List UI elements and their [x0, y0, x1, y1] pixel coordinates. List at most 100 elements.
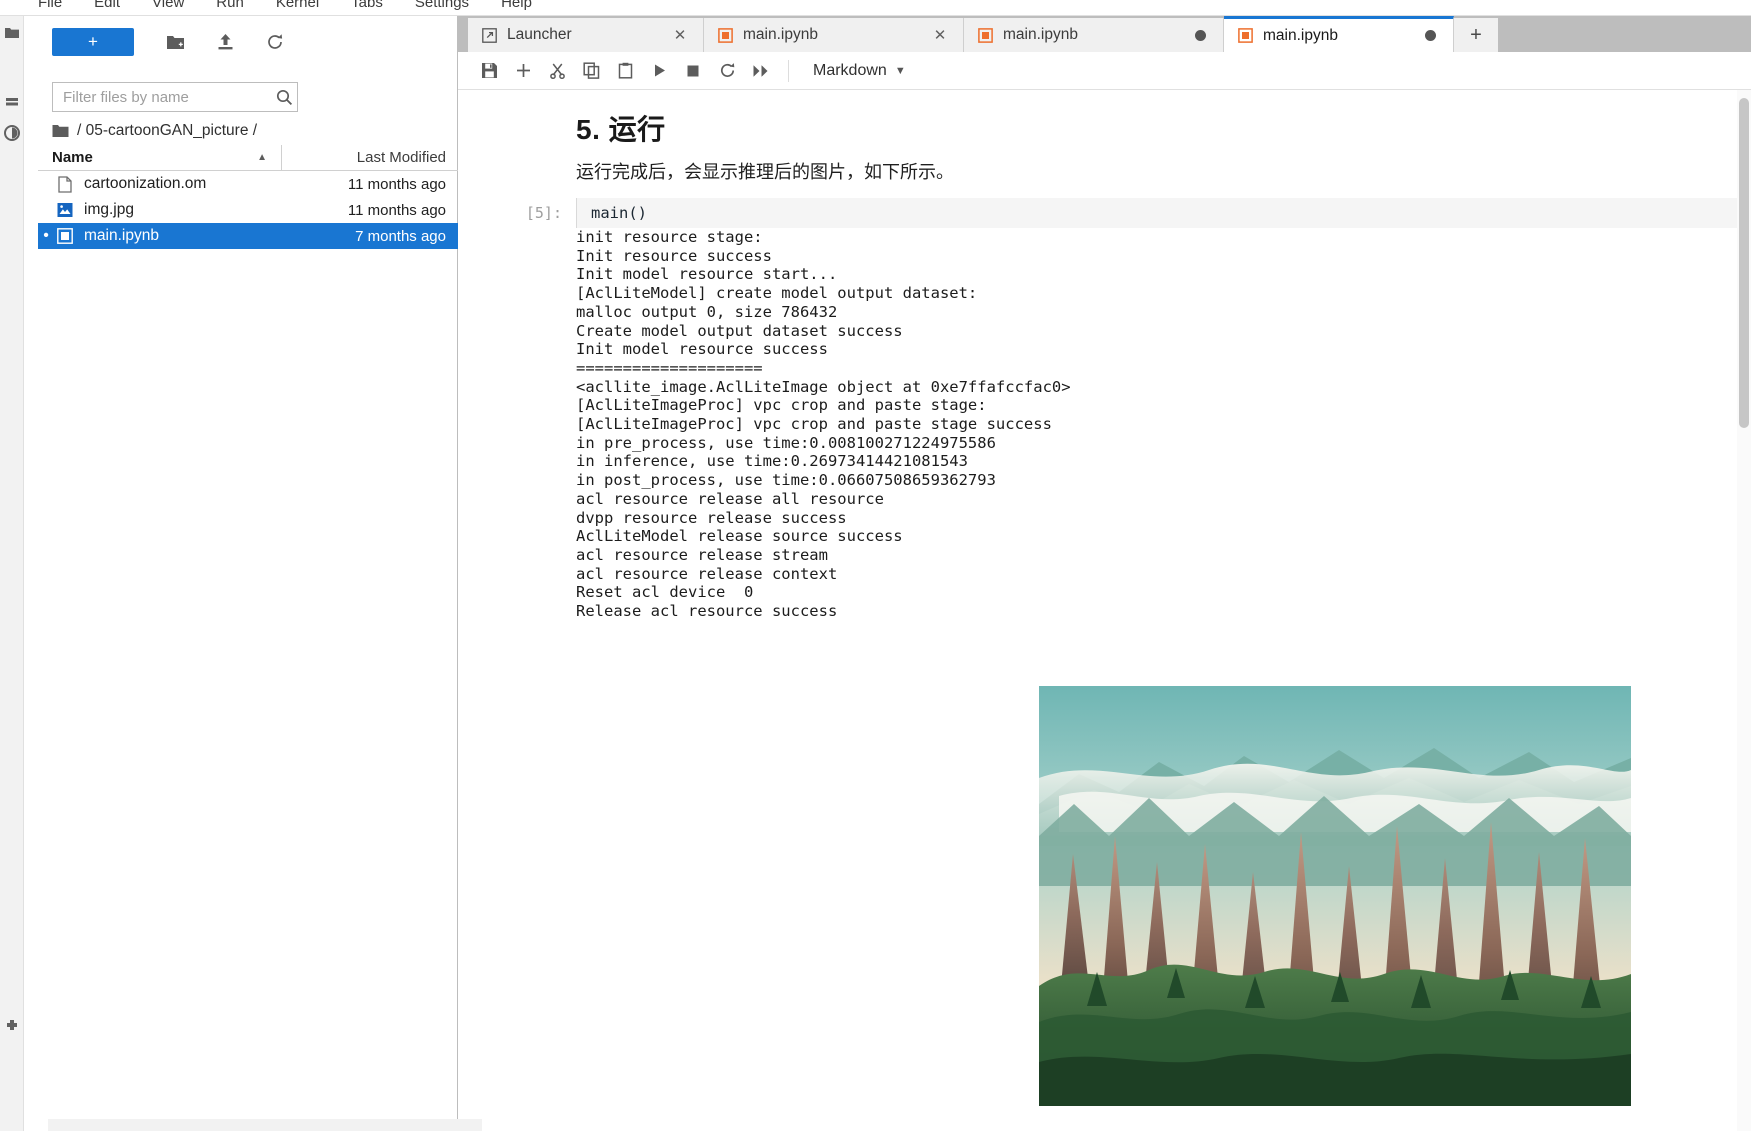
filter-files-input[interactable]: [53, 87, 271, 107]
unsaved-indicator-icon[interactable]: [1189, 24, 1211, 46]
chevron-down-icon: ▼: [894, 64, 906, 77]
list-item[interactable]: • main.ipynb 7 months ago: [38, 223, 458, 249]
notebook-file-icon: [54, 227, 76, 245]
close-icon[interactable]: ✕: [669, 24, 691, 46]
commands-icon[interactable]: [3, 124, 21, 142]
output-line: acl resource release stream: [576, 545, 828, 564]
column-header-name[interactable]: Name ▲: [38, 144, 282, 171]
insert-cell-button[interactable]: [506, 56, 540, 86]
list-item[interactable]: • img.jpg 11 months ago: [38, 197, 458, 223]
file-browser-horizontal-scrollbar[interactable]: [48, 1119, 482, 1131]
file-browser-panel: + / 05-cartoonGAN_picture /: [24, 16, 482, 1131]
restart-button[interactable]: [710, 56, 744, 86]
cut-button[interactable]: [540, 56, 574, 86]
page-title: 5. 运行: [576, 114, 666, 145]
scrollbar-thumb[interactable]: [1739, 98, 1749, 428]
menu-item-help[interactable]: Help: [485, 0, 548, 16]
menu-item-edit[interactable]: Edit: [78, 0, 136, 16]
output-line: ====================: [576, 358, 763, 377]
markdown-paragraph: 运行完成后，会显示推理后的图片，如下所示。: [576, 162, 954, 182]
menu-item-kernel[interactable]: Kernel: [260, 0, 335, 16]
tab-label: main.ipynb: [1263, 26, 1338, 44]
file-browser-icon[interactable]: [3, 24, 21, 42]
dirty-indicator: •: [38, 202, 54, 218]
notebook-toolbar: Markdown ▼: [458, 52, 1751, 90]
code-cell-input[interactable]: [5]: main(): [458, 198, 1751, 228]
output-line: dvpp resource release success: [576, 508, 847, 527]
output-line: Reset acl device 0: [576, 583, 754, 602]
list-item[interactable]: • cartoonization.om 11 months ago: [38, 171, 458, 197]
unsaved-indicator-icon[interactable]: [1419, 25, 1441, 47]
tab-notebook-1[interactable]: main.ipynb ✕: [704, 18, 964, 52]
restart-run-all-button[interactable]: [744, 56, 778, 86]
menu-item-run[interactable]: Run: [200, 0, 260, 16]
file-modified: 7 months ago: [355, 227, 446, 245]
search-icon[interactable]: [271, 84, 297, 110]
output-line: AclLiteModel release source success: [576, 527, 903, 546]
tab-notebook-3[interactable]: main.ipynb: [1224, 16, 1454, 52]
activity-sidebar: [0, 16, 24, 1131]
output-line: Create model output dataset success: [576, 321, 903, 340]
tab-bar: Launcher ✕ main.ipynb ✕ main.ipynb main.…: [458, 16, 1751, 52]
cell-type-dropdown[interactable]: Markdown ▼: [813, 62, 906, 80]
tab-notebook-2[interactable]: main.ipynb: [964, 18, 1224, 52]
new-folder-icon[interactable]: [158, 28, 192, 56]
running-terminals-icon[interactable]: [3, 94, 21, 112]
main-area: Launcher ✕ main.ipynb ✕ main.ipynb main.…: [458, 16, 1751, 1131]
notebook-icon: [718, 27, 733, 43]
generic-file-icon: [54, 175, 76, 193]
output-line: [AclLiteModel] create model output datas…: [576, 284, 978, 303]
stop-button[interactable]: [676, 56, 710, 86]
close-icon[interactable]: ✕: [929, 24, 951, 46]
column-header-name-label: Name: [52, 149, 93, 166]
dirty-indicator: •: [38, 176, 54, 192]
file-browser-toolbar: +: [24, 20, 458, 64]
output-line: in post_process, use time:0.066075086593…: [576, 471, 996, 490]
save-button[interactable]: [472, 56, 506, 86]
dirty-indicator: •: [43, 227, 49, 244]
file-modified: 11 months ago: [347, 201, 446, 219]
output-line: Init resource success: [576, 246, 772, 265]
add-tab-button[interactable]: +: [1454, 18, 1498, 52]
notebook-icon: [978, 27, 993, 43]
output-line: acl resource release all resource: [576, 489, 884, 508]
upload-files-icon[interactable]: [208, 28, 242, 56]
extension-manager-icon[interactable]: [3, 1018, 21, 1036]
jupyterlab-window: File Edit View Run Kernel Tabs Settings …: [0, 0, 1751, 1131]
tab-launcher[interactable]: Launcher ✕: [468, 18, 704, 52]
output-line: <acllite_image.AclLiteImage object at 0x…: [576, 377, 1071, 396]
copy-button[interactable]: [574, 56, 608, 86]
notebook-icon: [1238, 28, 1253, 43]
paste-button[interactable]: [608, 56, 642, 86]
file-list-header: Name ▲ Last Modified: [38, 144, 458, 171]
tab-label: main.ipynb: [743, 26, 818, 43]
output-line: Init model resource start...: [576, 265, 838, 284]
menu-item-file[interactable]: File: [22, 0, 78, 16]
output-line: [AclLiteImageProc] vpc crop and paste st…: [576, 415, 1052, 434]
new-launcher-button[interactable]: +: [52, 28, 134, 56]
output-line: acl resource release context: [576, 564, 838, 583]
cell-source[interactable]: main(): [576, 198, 1751, 228]
menu-item-view[interactable]: View: [136, 0, 200, 16]
notebook-vertical-scrollbar[interactable]: [1737, 90, 1751, 1131]
menu-item-tabs[interactable]: Tabs: [335, 0, 399, 16]
menu-item-settings[interactable]: Settings: [399, 0, 485, 16]
notebook-content: 5. 运行 运行完成后，会显示推理后的图片，如下所示。 [5]: main() …: [458, 90, 1751, 1131]
file-list: • cartoonization.om 11 months ago • img.…: [38, 171, 458, 249]
filter-files-input-wrap[interactable]: [52, 82, 298, 112]
run-button[interactable]: [642, 56, 676, 86]
sort-ascending-icon: ▲: [257, 152, 267, 163]
output-line: Init model resource success: [576, 340, 828, 359]
cell-prompt: [5]:: [525, 204, 562, 222]
output-line: in pre_process, use time:0.0081002712249…: [576, 433, 996, 452]
tab-label: Launcher: [507, 26, 572, 43]
output-line: Release acl resource success: [576, 602, 838, 621]
file-modified: 11 months ago: [347, 175, 446, 193]
breadcrumb[interactable]: / 05-cartoonGAN_picture /: [52, 119, 432, 143]
refresh-file-list-icon[interactable]: [258, 28, 292, 56]
cell-type-value: Markdown: [813, 61, 887, 79]
output-line: in inference, use time:0.269734144210815…: [576, 452, 968, 471]
folder-icon: [52, 124, 69, 138]
toolbar-separator: [788, 59, 789, 82]
column-header-last-modified[interactable]: Last Modified: [282, 149, 458, 166]
